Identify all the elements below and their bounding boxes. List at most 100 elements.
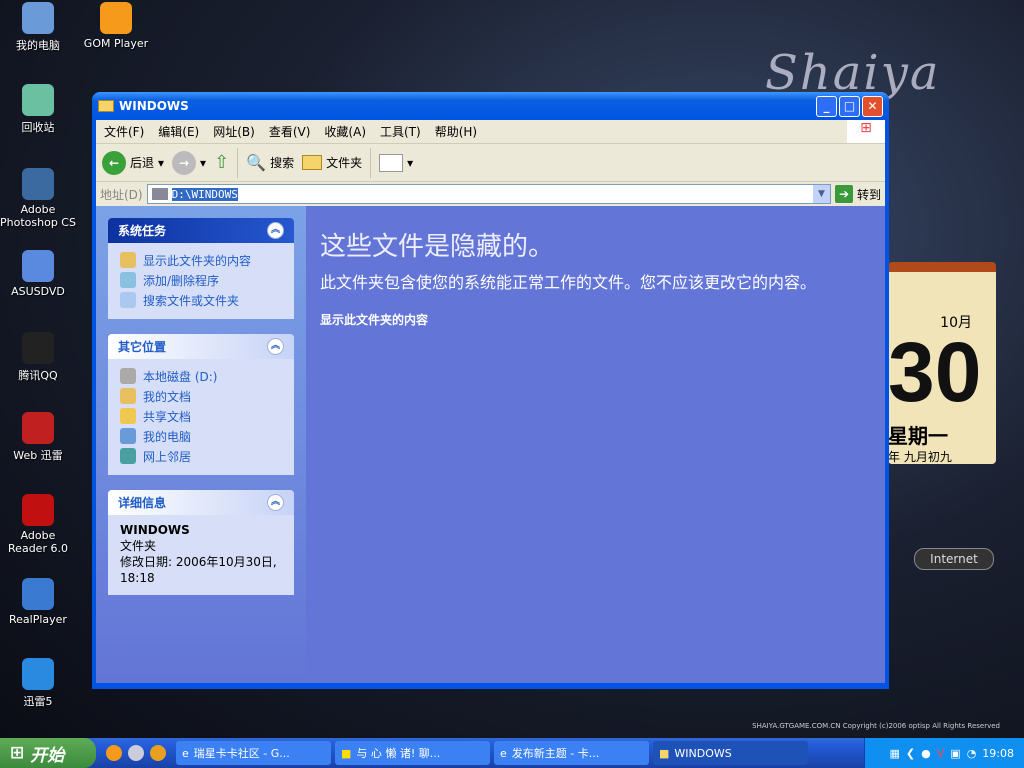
back-button[interactable]: ← 后退 ▾ [102,150,164,175]
gom-player-icon[interactable] [106,745,122,761]
collapse-chevron-icon[interactable]: ︽ [267,338,284,355]
app-icon [22,658,54,690]
item-label: 本地磁盘 (D:) [143,369,218,384]
address-input[interactable]: D:\WINDOWS ▼ [146,184,831,204]
desktop-icon[interactable]: Adobe Reader 6.0 [0,494,76,555]
go-button[interactable]: ➔ 转到 [834,185,881,203]
task-show-contents[interactable]: 显示此文件夹的内容 [120,250,282,270]
views-icon [379,153,404,172]
quick-launch [96,745,176,761]
app-icon [22,332,54,364]
antivirus-icon[interactable]: V [937,747,945,760]
collapse-chevron-icon[interactable]: ︽ [267,494,284,511]
desktop-icon[interactable]: RealPlayer [0,578,76,626]
place-shared-documents[interactable]: 共享文档 [120,406,282,426]
collapse-chevron-icon[interactable]: ︽ [267,222,284,239]
menu-help[interactable]: 帮助(H) [435,123,477,140]
app-icon [22,250,54,282]
menu-file[interactable]: 文件(F) [104,123,144,140]
task-search-files[interactable]: 搜索文件或文件夹 [120,290,282,310]
desktop-icon[interactable]: 迅雷5 [0,658,76,709]
menu-url[interactable]: 网址(B) [213,123,255,140]
up-folder-icon[interactable]: ⇧ [214,152,229,173]
folder-icon [302,155,323,170]
task-add-remove-programs[interactable]: 添加/删除程序 [120,270,282,290]
item-label: 我的电脑 [143,429,192,444]
address-label: 地址(D) [100,187,143,202]
volume-icon[interactable]: ◔ [967,747,977,760]
realplayer-icon[interactable] [128,745,144,761]
views-button[interactable]: ▾ [379,153,413,172]
desktop-icon-label: Adobe Photoshop CS [0,203,76,229]
desktop-icon[interactable]: 腾讯QQ [0,332,76,383]
windows-logo-icon: ⊞ [10,743,25,763]
desktop-icon[interactable]: GOM Player [78,2,154,50]
desktop-icon[interactable]: 我的电脑 [0,2,76,53]
thunder-icon[interactable] [150,745,166,761]
panel-header[interactable]: 详细信息 ︽ [108,490,294,515]
task-pane: 系统任务 ︽ 显示此文件夹的内容 添加/删除程序 搜索文件或文件夹 其它位置 ︽ 本… [96,206,306,683]
place-my-computer[interactable]: 我的电脑 [120,426,282,446]
maximize-button[interactable]: □ [839,95,860,117]
close-button[interactable]: ✕ [862,95,883,117]
app-icon [22,578,54,610]
desktop-icon-label: Web 迅雷 [13,449,63,462]
taskbar: ⊞ 开始 e 瑞星卡卡社区 - G... ■ 与 心 懒 诸! 聊... e 发布新主题… [0,738,1024,768]
desktop-icon[interactable]: ASUSDVD [0,250,76,298]
panel-header[interactable]: 其它位置 ︽ [108,334,294,359]
search-button[interactable]: 🔍 搜索 [246,153,294,172]
place-my-documents[interactable]: 我的文档 [120,386,282,406]
address-dropdown[interactable]: ▼ [812,185,830,203]
title-bar[interactable]: WINDOWS _ □ ✕ [92,92,889,120]
panel-header[interactable]: 系统任务 ︽ [108,218,294,243]
start-label: 开始 [30,745,65,766]
internet-button[interactable]: Internet [914,548,994,570]
calendar-lunar: 年 九月初九 [888,450,952,464]
folder-icon: ■ [659,746,670,760]
show-contents-link[interactable]: 显示此文件夹的内容 [320,311,871,328]
place-local-disk[interactable]: 本地磁盘 (D:) [120,366,282,386]
back-label: 后退 [130,156,155,170]
panel-title: 详细信息 [118,496,167,510]
computer-icon [120,428,136,444]
menu-favorites[interactable]: 收藏(A) [324,123,366,140]
search-label: 搜索 [270,156,295,170]
place-network[interactable]: 网上邻居 [120,446,282,466]
task-button[interactable]: e 发布新主题 - 卡... [494,741,649,765]
start-button[interactable]: ⊞ 开始 [0,738,96,768]
qq-icon[interactable]: ● [921,747,931,760]
folder-icon [98,100,114,112]
desktop-icon[interactable]: 回收站 [0,84,76,135]
window-title: WINDOWS [119,99,189,113]
keyboard-icon[interactable]: ▦ [890,747,900,760]
desktop-icon-label: 迅雷5 [23,695,53,708]
menu-edit[interactable]: 编辑(E) [158,123,199,140]
item-label: 搜索文件或文件夹 [143,293,240,308]
menu-view[interactable]: 查看(V) [269,123,311,140]
explorer-window: WINDOWS _ □ ✕ 文件(F) 编辑(E) 网址(B) 查看(V) 收藏… [92,92,889,689]
search-icon [120,292,136,308]
folders-button[interactable]: 文件夹 [302,154,362,171]
menu-tools[interactable]: 工具(T) [380,123,421,140]
minimize-button[interactable]: _ [816,95,837,117]
network-icon[interactable]: ▣ [950,747,960,760]
app-icon [22,84,54,116]
go-arrow-icon: ➔ [834,185,853,203]
other-places-panel: 其它位置 ︽ 本地磁盘 (D:) 我的文档 共享文档 我的电脑 网上邻居 [108,334,294,475]
system-tray: ▦ ❮ ● V ▣ ◔ 19:08 [864,738,1024,768]
drive-icon [120,368,136,384]
task-button[interactable]: ■ 与 心 懒 诸! 聊... [335,741,490,765]
app-icon [22,494,54,526]
hidden-description: 此文件夹包含使您的系统能正常工作的文件。您不应该更改它的内容。 [320,273,817,292]
desktop-icon[interactable]: Adobe Photoshop CS [0,168,76,229]
forward-button[interactable]: → ▾ [172,150,206,175]
desktop-icon[interactable]: Web 迅雷 [0,412,76,463]
content-area: 这些文件是隐藏的。 此文件夹包含使您的系统能正常工作的文件。您不应该更改它的内容… [306,206,885,683]
detail-type: 文件夹 [120,539,157,553]
task-button[interactable]: e 瑞星卡卡社区 - G... [176,741,331,765]
folder-icon [151,188,168,200]
task-button-active[interactable]: ■ WINDOWS [653,741,808,765]
clock: 19:08 [982,746,1014,760]
show-hidden-icons-button[interactable]: ❮ [906,747,915,760]
detail-name: WINDOWS [120,523,190,537]
